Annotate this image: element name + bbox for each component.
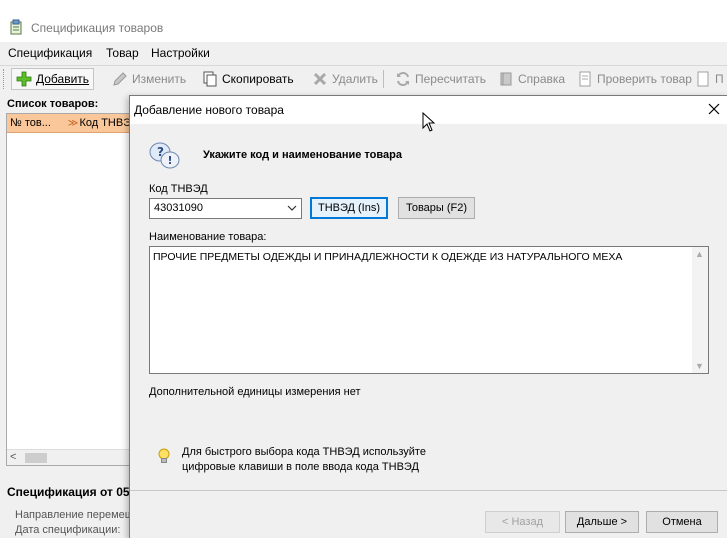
- specification-title: Спецификация от 05.: [7, 485, 130, 499]
- copy-button-label: Скопировать: [222, 72, 294, 86]
- goods-name-textarea[interactable]: ПРОЧИЕ ПРЕДМЕТЫ ОДЕЖДЫ И ПРИНАДЛЕЖНОСТИ …: [149, 246, 709, 374]
- lightbulb-icon: [158, 448, 170, 463]
- delete-button[interactable]: Удалить: [308, 68, 382, 90]
- dialog-divider: [130, 490, 727, 491]
- tnved-code-label: Код ТНВЭД: [149, 183, 208, 195]
- left-panel: Список товаров: № тов... ≫ Код ТНВЭ < Сп…: [0, 0, 130, 538]
- question-bubbles-icon: ? !: [149, 142, 180, 169]
- column-number[interactable]: № тов...: [7, 117, 68, 129]
- goods-name-label: Наименование товара:: [149, 231, 267, 243]
- svg-text:!: !: [168, 154, 173, 167]
- dialog-title: Добавление нового товара: [134, 103, 284, 117]
- copy-icon: [203, 71, 217, 87]
- more-button[interactable]: П: [691, 68, 727, 90]
- check-goods-button[interactable]: Проверить товар: [573, 68, 696, 90]
- cancel-button[interactable]: Отмена: [646, 511, 718, 533]
- sort-icon: ≫: [67, 117, 79, 129]
- document-icon: [579, 71, 591, 87]
- mouse-cursor-icon: [422, 112, 436, 132]
- scroll-left-icon[interactable]: <: [10, 451, 16, 463]
- goods-list-title: Список товаров:: [7, 98, 99, 110]
- recalc-button[interactable]: Пересчитать: [391, 68, 490, 90]
- book-icon: [500, 72, 512, 86]
- copy-button[interactable]: Скопировать: [198, 68, 298, 90]
- goods-list[interactable]: № тов... ≫ Код ТНВЭ <: [6, 113, 130, 466]
- delete-icon: [313, 72, 327, 86]
- toolbar-separator: [383, 70, 384, 88]
- goods-name-value: ПРОЧИЕ ПРЕДМЕТЫ ОДЕЖДЫ И ПРИНАДЛЕЖНОСТИ …: [153, 251, 623, 263]
- help-button[interactable]: Справка: [494, 68, 569, 90]
- delete-button-label: Удалить: [332, 72, 378, 86]
- horizontal-scrollbar[interactable]: <: [7, 449, 130, 465]
- dialog-heading: Укажите код и наименование товара: [203, 149, 402, 161]
- tnved-code-value: 43031090: [154, 202, 203, 214]
- scroll-down-icon[interactable]: ▼: [695, 361, 704, 371]
- spec-date-label: Дата спецификации:: [15, 524, 121, 536]
- extra-units-text: Дополнительной единицы измерения нет: [149, 386, 361, 398]
- recalc-button-label: Пересчитать: [415, 72, 486, 86]
- help-button-label: Справка: [518, 72, 566, 86]
- chevron-down-icon[interactable]: [286, 202, 298, 214]
- goods-button[interactable]: Товары (F2): [398, 197, 475, 219]
- back-button[interactable]: < Назад: [485, 511, 560, 533]
- scrollbar-thumb[interactable]: [25, 453, 47, 463]
- hint-text: Для быстрого выбора кода ТНВЭД используй…: [182, 446, 426, 473]
- dialog-titlebar: Добавление нового товара: [130, 96, 727, 132]
- document-icon: [697, 71, 709, 87]
- next-button[interactable]: Дальше >: [565, 511, 639, 533]
- refresh-icon: [397, 71, 409, 87]
- menu-settings[interactable]: Настройки: [151, 46, 210, 60]
- add-goods-dialog: Добавление нового товара ? ! Укажите код…: [129, 95, 727, 538]
- vertical-scrollbar[interactable]: ▲ ▼: [692, 247, 708, 373]
- tnved-code-input[interactable]: 43031090: [149, 198, 302, 219]
- goods-list-header: № тов... ≫ Код ТНВЭ: [7, 114, 130, 133]
- close-icon[interactable]: [705, 100, 723, 118]
- more-button-label: П: [715, 72, 724, 86]
- scroll-up-icon[interactable]: ▲: [695, 249, 704, 259]
- tnved-button[interactable]: ТНВЭД (Ins): [310, 197, 388, 219]
- column-tnved-code[interactable]: Код ТНВЭ: [79, 117, 130, 129]
- edit-button-label: Изменить: [132, 72, 187, 86]
- check-goods-label: Проверить товар: [597, 72, 692, 86]
- movement-direction-label: Направление перемещ: [15, 509, 130, 521]
